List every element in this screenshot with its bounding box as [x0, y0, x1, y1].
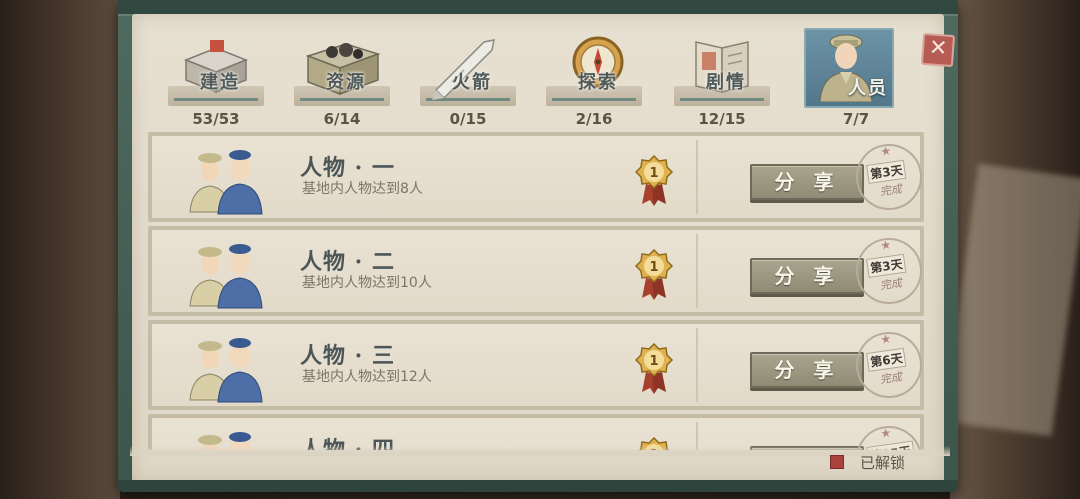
personnel-avatar-icon: [189, 338, 263, 403]
medal-icon: 1: [634, 154, 674, 206]
tab-label: 剧情: [706, 72, 746, 93]
share-button[interactable]: 分 享: [750, 352, 864, 388]
blurred-background-left: [0, 0, 120, 499]
medal-rank: 1: [649, 260, 658, 275]
medal-icon: 1: [634, 342, 674, 394]
tab-count: 53/53: [192, 110, 240, 128]
close-button[interactable]: ✕: [920, 32, 956, 68]
tab-label: 资源: [326, 72, 366, 93]
achievement-row: 人物 · 一 基地内人物达到8人 1 分 享 ★ 第3天 完成: [148, 132, 927, 222]
tab-resources[interactable]: 资源 6/14: [288, 26, 396, 132]
tab-count: 7/7: [842, 110, 870, 128]
achievement-row: 人物 · 三 基地内人物达到12人 1 分 享 ★ 第6天 完成: [148, 320, 927, 410]
tab-label: 建造: [200, 72, 240, 93]
star-icon: ★: [879, 331, 893, 347]
completion-stamp: ★ 第6天 完成: [851, 327, 927, 403]
achievement-description: 基地内人物达到12人: [302, 369, 432, 385]
share-button[interactable]: 分 享: [750, 164, 864, 200]
row-divider: [696, 140, 698, 214]
achievement-row: 人物 · 四 1 分 享 ★ 第15天: [148, 414, 927, 450]
tab-label: 探索: [578, 72, 618, 93]
medal-rank: 1: [649, 354, 658, 369]
achievement-description: 基地内人物达到10人: [302, 275, 432, 291]
category-tabs: 建造 53/53 资源 6/14 火箭 0/15 探索 2/16 剧情 12/1…: [162, 26, 902, 132]
share-button[interactable]: 分 享: [750, 258, 864, 294]
completion-stamp: ★ 第3天 完成: [851, 139, 927, 215]
stamp-done-text: 完成: [879, 276, 903, 293]
tab-label: 火箭: [452, 72, 492, 93]
medal-rank: 1: [649, 166, 658, 181]
achievement-list[interactable]: 人物 · 一 基地内人物达到8人 1 分 享 ★ 第3天 完成 人物 · 二 基…: [148, 130, 932, 450]
unlocked-marker-icon: [830, 455, 844, 469]
row-divider: [696, 328, 698, 402]
tab-building[interactable]: 建造 53/53: [162, 26, 270, 132]
star-icon: ★: [879, 237, 893, 253]
star-icon: ★: [879, 143, 893, 159]
tab-count: 12/15: [698, 110, 746, 128]
tab-personnel[interactable]: 人员 7/7: [802, 26, 910, 132]
tab-rocket[interactable]: 火箭 0/15: [414, 26, 522, 132]
tab-count: 6/14: [323, 110, 361, 128]
list-fade: [130, 446, 950, 456]
personnel-avatar-icon: [189, 150, 263, 215]
tab-count: 2/16: [575, 110, 613, 128]
close-icon: ✕: [928, 35, 949, 62]
row-divider: [696, 234, 698, 308]
achievement-row: 人物 · 二 基地内人物达到10人 1 分 享 ★ 第3天 完成: [148, 226, 927, 316]
tab-story[interactable]: 剧情 12/15: [668, 26, 776, 132]
tab-explore[interactable]: 探索 2/16: [540, 26, 648, 132]
board-bottom-frame: [118, 480, 958, 492]
tab-label: 人员: [848, 78, 888, 99]
achievement-description: 基地内人物达到8人: [302, 181, 423, 197]
unlocked-label: 已解锁: [860, 454, 906, 472]
tab-count: 0/15: [449, 110, 487, 128]
medal-icon: 1: [634, 248, 674, 300]
personnel-avatar-icon: [189, 244, 263, 309]
star-icon: ★: [879, 425, 893, 441]
stamp-done-text: 完成: [879, 370, 903, 387]
completion-stamp: ★ 第3天 完成: [851, 233, 927, 309]
stamp-done-text: 完成: [879, 182, 903, 199]
